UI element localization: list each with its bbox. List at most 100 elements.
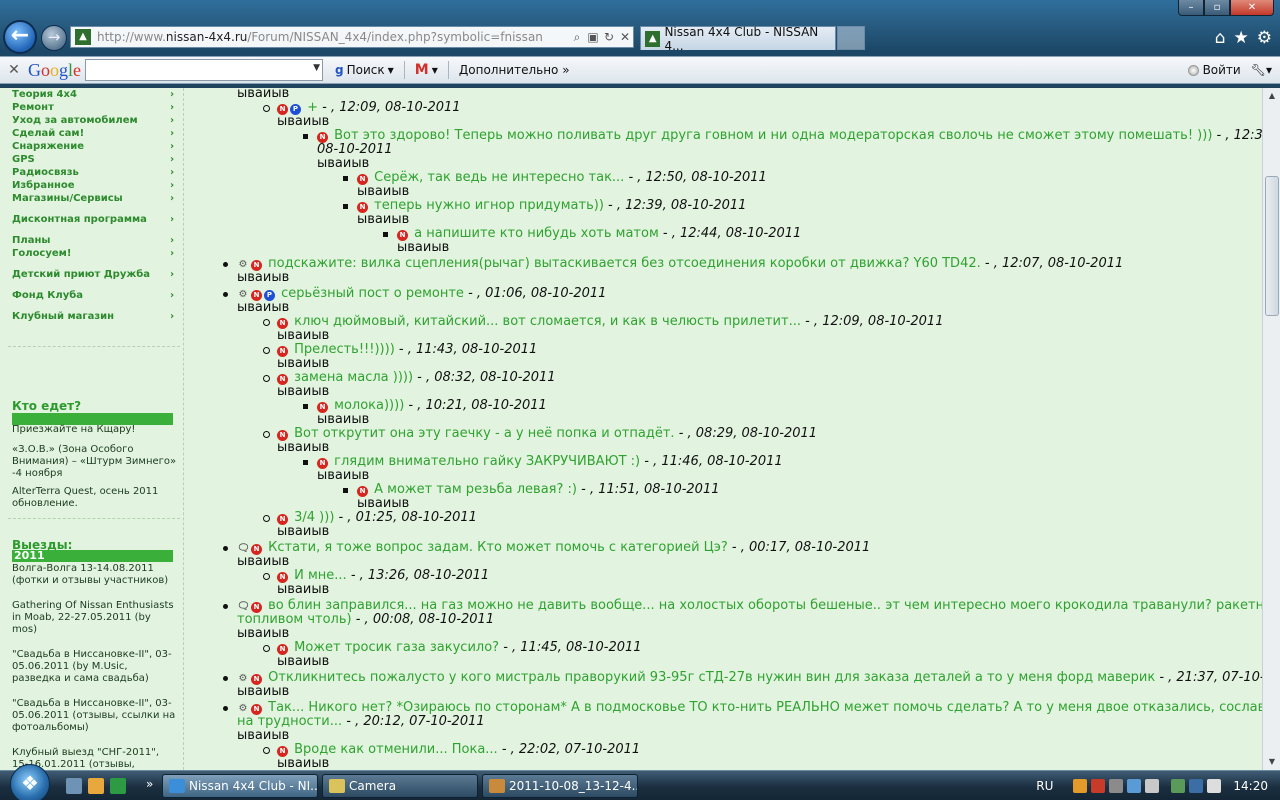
trips-item[interactable]: Волга-Волга 13-14.08.2011 (фотки и отзыв…	[12, 563, 178, 587]
trips-item[interactable]: "Свадьба в Ниссановке-II", 03-05.06.2011…	[12, 698, 178, 734]
maximize-button[interactable]: ▫	[1204, 0, 1230, 16]
post-link[interactable]: во блин заправился... на газ можно не да…	[264, 598, 1280, 613]
sidebar-item[interactable]: GPS	[0, 153, 183, 166]
search-icon[interactable]: ⌕	[569, 30, 585, 45]
app-launcher-icon[interactable]	[110, 778, 126, 794]
minimize-button[interactable]: –	[1178, 0, 1204, 16]
post-link[interactable]: Вот открутит она эту гаечку - а у неё по…	[290, 426, 679, 441]
post-link[interactable]: Прелесть!!!))))	[290, 342, 399, 357]
compat-view-icon[interactable]: ▣	[585, 30, 601, 44]
gmail-button[interactable]: M ▼	[409, 62, 444, 78]
post-link[interactable]: И мне...	[290, 568, 351, 583]
address-bar[interactable]: ▲ http://www.nissan-4x4.ru/Forum/NISSAN_…	[70, 26, 634, 48]
who-goes-item[interactable]: AlterTerra Quest, осень 2011 обновление.	[12, 486, 178, 510]
close-toolbar-icon[interactable]: ✕	[0, 62, 28, 78]
show-desktop-icon[interactable]	[66, 778, 82, 794]
post-meta: - , 12:07, 08-10-2011	[984, 256, 1124, 271]
trips-item[interactable]: "Свадьба в Ниссановке-II", 03-05.06.2011…	[12, 649, 178, 685]
google-search-input[interactable]: ▼	[85, 59, 324, 81]
post-link[interactable]: теперь нужно игнор придумать))	[370, 198, 608, 213]
sidebar-item[interactable]: Магазины/Сервисы	[0, 192, 183, 205]
chevron-down-icon[interactable]: ▼	[313, 63, 320, 73]
post-link[interactable]: серьёзный пост о ремонте	[277, 286, 468, 301]
post-link[interactable]: Может тросик газа закусило?	[290, 640, 503, 655]
sidebar-item[interactable]: Детский приют Дружба	[0, 268, 183, 281]
post-link[interactable]: молока))))	[330, 398, 408, 413]
who-goes-item[interactable]: «З.О.В.» (Зона Особого Внимания) – «Штур…	[12, 444, 178, 480]
sidebar-item[interactable]: Теория 4x4	[0, 88, 183, 101]
post-link[interactable]: замена масла ))))	[290, 370, 417, 385]
clock[interactable]: 14:20	[1233, 779, 1268, 793]
post-link[interactable]: топливом чтоль)	[237, 612, 356, 627]
close-window-button[interactable]: ✕	[1230, 0, 1274, 16]
scroll-up-icon[interactable]: ▲	[1263, 88, 1280, 104]
sidebar-item[interactable]: Дисконтная программа	[0, 213, 183, 226]
task-camera[interactable]: Camera	[322, 774, 478, 798]
scroll-down-icon[interactable]: ▼	[1263, 754, 1280, 770]
post-link[interactable]: 3/4 )))	[290, 510, 339, 525]
post-link[interactable]: а напишите кто нибудь хоть матом	[410, 226, 663, 241]
post-link[interactable]: глядим внимательно гайку ЗАКРУЧИВАЮТ :)	[330, 454, 644, 469]
post-author: ываиыв	[277, 524, 330, 539]
login-button[interactable]: Войти	[1187, 63, 1241, 77]
tray-icon[interactable]	[1127, 779, 1142, 793]
quicklaunch-more[interactable]: »	[146, 777, 153, 791]
stop-icon[interactable]: ✕	[617, 30, 633, 44]
tray-icon[interactable]	[1109, 779, 1124, 793]
tray-icon[interactable]	[1073, 779, 1088, 793]
back-button[interactable]: ←	[3, 20, 37, 54]
post-link[interactable]: подскажите: вилка сцепления(рычаг) вытас…	[264, 256, 985, 271]
google-g-icon: g	[335, 63, 344, 77]
sidebar-item[interactable]: Фонд Клуба	[0, 289, 183, 302]
sidebar-item[interactable]: Голосуем!	[0, 247, 183, 260]
post-link[interactable]: на трудности...	[237, 714, 346, 729]
wrench-icon[interactable]: 🔧︎▾	[1251, 63, 1272, 77]
tray-icon[interactable]	[1091, 779, 1106, 793]
tab-nissan-club[interactable]: ▲ Nissan 4x4 Club - NISSAN 4...	[640, 25, 836, 53]
task-image[interactable]: 2011-10-08_13-12-4...	[482, 774, 638, 798]
post-link[interactable]: Вот это здорово! Теперь можно поливать д…	[330, 128, 1212, 143]
tray-icon[interactable]	[1145, 779, 1160, 793]
forward-button[interactable]: →	[41, 25, 67, 51]
more-button[interactable]: Дополнительно »	[453, 63, 576, 77]
bluetooth-icon[interactable]	[1189, 779, 1204, 793]
sidebar-item[interactable]: Избранное	[0, 179, 183, 192]
who-goes-item[interactable]: Приезжайте на Кщару!	[12, 424, 178, 436]
post-row: ⚙ N Так... Никого нет? *Озираюсь по сторо…	[237, 700, 1280, 715]
sidebar-item[interactable]: Планы	[0, 234, 183, 247]
home-icon[interactable]: ⌂	[1215, 28, 1226, 48]
sidebar-item[interactable]: Радиосвязь	[0, 166, 183, 179]
refresh-icon[interactable]: ↻	[601, 30, 617, 44]
vertical-scrollbar[interactable]: ▲ ▼	[1262, 88, 1280, 770]
post-link[interactable]: Так... Никого нет? *Озираюсь по сторонам…	[264, 700, 1280, 715]
post-link[interactable]: Вроде как отменили... Пока...	[290, 742, 502, 757]
favorites-star-icon[interactable]: ★	[1234, 28, 1249, 48]
sidebar-item[interactable]: Уход за автомобилем	[0, 114, 183, 127]
sidebar-item[interactable]: Сделай сам!	[0, 127, 183, 140]
topic-icon: ⚙	[238, 703, 248, 714]
sidebar-item[interactable]: Ремонт	[0, 101, 183, 114]
sidebar-item[interactable]: Снаряжение	[0, 140, 183, 153]
media-player-icon[interactable]	[88, 778, 104, 794]
post-link[interactable]: Откликнитесь пожалусто у кого мистраль п…	[264, 670, 1159, 685]
google-search-button[interactable]: g Поиск ▼	[329, 63, 400, 77]
sidebar-item[interactable]: Клубный магазин	[0, 310, 183, 323]
scroll-thumb[interactable]	[1265, 176, 1279, 316]
start-button[interactable]	[10, 764, 50, 800]
network-icon[interactable]	[1171, 779, 1186, 793]
post-link[interactable]: Кстати, я тоже вопрос задам. Кто может п…	[264, 540, 732, 555]
task-browser[interactable]: Nissan 4x4 Club - NI...	[162, 774, 318, 798]
post-meta: - , 11:46, 08-10-2011	[644, 454, 783, 469]
post-row: ⚙ N Откликнитесь пожалусто у кого мистрал…	[237, 670, 1280, 685]
post-link[interactable]: ключ дюймовый, китайский... вот сломаетс…	[290, 314, 805, 329]
language-indicator[interactable]: RU	[1036, 779, 1053, 793]
address-url[interactable]: http://www.nissan-4x4.ru/Forum/NISSAN_4x…	[97, 30, 569, 44]
volume-icon[interactable]	[1207, 779, 1222, 793]
post-link[interactable]: Серёж, так ведь не интересно так...	[370, 170, 628, 185]
trips-item[interactable]: Gathering Of Nissan Enthusiasts in Moab,…	[12, 600, 178, 636]
sidebar: Теория 4x4 Ремонт Уход за автомобилем Сд…	[0, 88, 184, 770]
post-link[interactable]: +	[303, 100, 322, 115]
new-tab-button[interactable]	[837, 26, 865, 50]
gear-icon[interactable]: ⚙	[1257, 28, 1272, 48]
post-link[interactable]: А может там резьба левая? :)	[370, 482, 581, 497]
